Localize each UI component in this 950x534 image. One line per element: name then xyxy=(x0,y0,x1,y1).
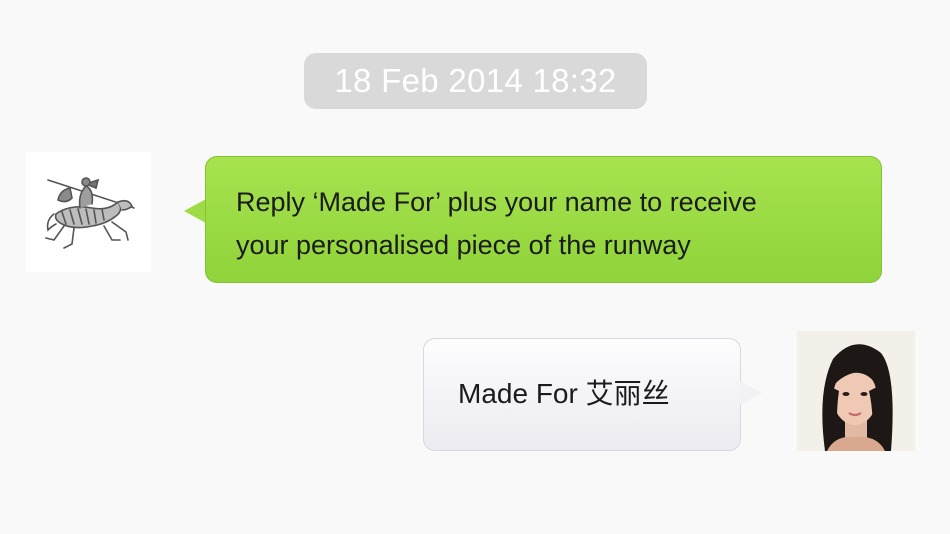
message-text-line: your personalised piece of the runway xyxy=(236,230,691,260)
message-text-line: Made For 艾丽丝 xyxy=(458,378,670,409)
incoming-message-bubble[interactable]: Reply ‘Made For’ plus your name to recei… xyxy=(205,156,882,283)
message-text-line: Reply ‘Made For’ plus your name to recei… xyxy=(236,187,757,217)
timestamp-label: 18 Feb 2014 18:32 xyxy=(304,53,647,109)
incoming-bubble-tail xyxy=(184,199,206,223)
user-photo xyxy=(797,331,915,451)
knight-logo-icon xyxy=(45,177,135,249)
outgoing-bubble-tail xyxy=(740,381,762,405)
sender-avatar[interactable] xyxy=(26,152,151,272)
outgoing-message-bubble[interactable]: Made For 艾丽丝 xyxy=(423,338,741,451)
user-avatar[interactable] xyxy=(797,331,915,451)
